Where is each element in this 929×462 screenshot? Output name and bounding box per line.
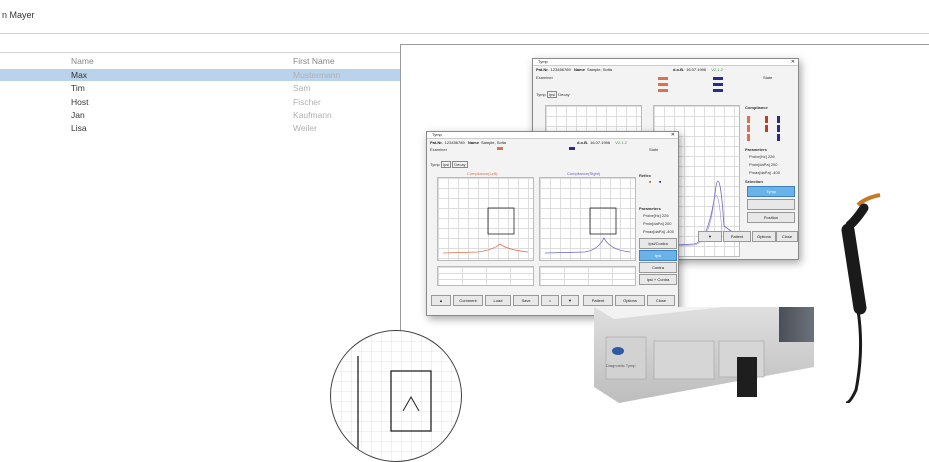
param-pmax[interactable]: Pmax[daPa] -400 (749, 170, 780, 175)
patient-first-name: Fischer (293, 97, 321, 107)
state-label: State (649, 147, 659, 152)
tymp-window-front: Tymp ✕ Pat.Nr. 123456789 Name Sample, Sofi… (426, 131, 679, 316)
tab-decay[interactable]: Decay (558, 92, 569, 97)
state-label: State (763, 75, 773, 80)
reflex-label: Reflex (639, 173, 652, 178)
column-header-first-name[interactable]: First Name (293, 56, 335, 66)
comment-button[interactable]: Comment (453, 295, 483, 306)
tympanometer-device: Diagnostic Tymp (594, 282, 814, 403)
arrow-up-button[interactable]: ▲ (431, 295, 451, 306)
version-label: V2.1.2 (711, 67, 723, 72)
patient-name: Jan (71, 110, 85, 120)
right-plot-title: Compliance(Right) (567, 171, 601, 176)
divider (0, 33, 929, 34)
dob-label: d.o.B. (672, 67, 685, 72)
home-icon[interactable]: ⌂ (541, 295, 559, 306)
close-button[interactable]: Close (776, 231, 798, 242)
tab-tymp[interactable]: Tymp (430, 162, 440, 167)
name-value: Sample, Sofia (480, 140, 506, 145)
position-button[interactable]: Position (747, 212, 795, 223)
close-button[interactable]: Close (647, 295, 675, 306)
window-titlebar: Tymp ✕ (533, 59, 798, 66)
patnr-value: 123456789 (550, 67, 571, 72)
column-header-name[interactable]: Name (71, 56, 94, 66)
patient-first-name: Mustermann (293, 70, 341, 80)
param-pmax[interactable]: Pmax[daPa] -400 (643, 229, 674, 234)
device-illustration (594, 282, 814, 403)
options-button[interactable]: Options (615, 295, 645, 306)
close-icon[interactable]: ✕ (791, 59, 795, 65)
name-value: Sample, Sofia (586, 67, 612, 72)
tab-bar: Tymp Ipsi Decay (430, 161, 468, 168)
close-icon[interactable]: ✕ (671, 132, 675, 138)
ipsi-plus-contra-button[interactable]: Ipsi + Contra (639, 274, 677, 285)
window-title: n Mayer (2, 10, 35, 20)
parameters-label: Parameters (639, 206, 661, 211)
version-label: V2.1.2 (615, 140, 627, 145)
reflex-strip-left (437, 266, 534, 286)
examiner-label: Examiner (536, 75, 553, 80)
patient-info-bar: Pat.Nr. 123456789 Name Sample, Sofia d.o.B… (533, 66, 798, 74)
compliance-curve-left (442, 207, 529, 254)
patnr-label: Pat.Nr. (430, 140, 443, 145)
load-button[interactable]: Load (485, 295, 511, 306)
window-title: Tymp (432, 132, 442, 137)
options-button[interactable]: Options (752, 231, 776, 242)
tab-decay[interactable]: Decay (452, 161, 468, 168)
tab-ipsi[interactable]: Ipsi (546, 91, 558, 98)
param-probe[interactable]: Probe[Hz] 226 (643, 213, 669, 218)
name-label: Name (574, 67, 585, 72)
compliance-plot-right (539, 177, 636, 261)
ipsi-button[interactable]: Ipsi (639, 250, 677, 261)
window-title: Tymp (538, 59, 548, 64)
dob-value: 16.07.1996 (590, 140, 611, 145)
magnified-plot (331, 331, 461, 461)
patient-info-bar: Pat.Nr. 123456789 Name Sample, Sofia d.o.B… (427, 139, 678, 147)
tymp-button[interactable]: Tymp (747, 186, 795, 197)
patient-button[interactable]: Patient (723, 231, 751, 242)
legend-grid (658, 75, 728, 97)
patient-name: Host (71, 97, 89, 107)
patnr-value: 123456789 (444, 140, 465, 145)
device-label: Diagnostic Tymp (606, 363, 636, 368)
param-pmin[interactable]: Pmin[daPa] 200 (643, 221, 672, 226)
compliance-swatches (745, 114, 795, 144)
patient-first-name: Kaufmann (293, 110, 332, 120)
arrow-down-button[interactable]: ▼ (698, 231, 722, 242)
arrow-down-button[interactable]: ▼ (561, 295, 579, 306)
examiner-label: Examiner (430, 147, 447, 152)
tab-bar: Tymp Ipsi Decay (536, 91, 570, 98)
patient-first-name: Sam (293, 83, 311, 93)
compliance-label: Compliance (745, 105, 768, 110)
param-pmin[interactable]: Pmin[daPa] 200 (749, 162, 778, 167)
dob-label: d.o.B. (576, 140, 589, 145)
patient-first-name: Weiler (293, 123, 317, 133)
patnr-label: Pat.Nr. (536, 67, 549, 72)
contra-button[interactable]: Contra (639, 262, 677, 273)
save-button[interactable]: Save (513, 295, 539, 306)
compliance-curve-right (544, 207, 631, 254)
selection-label: Selection (745, 179, 763, 184)
empty-button[interactable] (747, 199, 795, 210)
patient-name: Max (71, 70, 88, 80)
legend-swatch (497, 147, 503, 150)
reflex-table: ■ ■ (649, 180, 662, 184)
probe-handset (841, 193, 881, 403)
patient-name: Lisa (71, 123, 87, 133)
parameters-label: Parameters (745, 147, 767, 152)
reflex-strip-right (539, 266, 636, 286)
legend-swatch (569, 147, 575, 150)
patient-name: Tim (71, 83, 85, 93)
ipsi-contra-button[interactable]: Ipsi/Contra (639, 238, 677, 249)
dob-value: 16.07.1996 (686, 67, 707, 72)
left-plot-title: Compliance(Left) (467, 171, 498, 176)
tab-tymp[interactable]: Tymp (536, 92, 546, 97)
window-titlebar: Tymp ✕ (427, 132, 678, 139)
tab-ipsi[interactable]: Ipsi (440, 161, 452, 168)
compliance-plot-left (437, 177, 534, 261)
name-label: Name (468, 140, 479, 145)
magnifier-lens (330, 330, 462, 462)
param-probe[interactable]: Probe[Hz] 226 (749, 154, 775, 159)
patient-button[interactable]: Patient (583, 295, 613, 306)
